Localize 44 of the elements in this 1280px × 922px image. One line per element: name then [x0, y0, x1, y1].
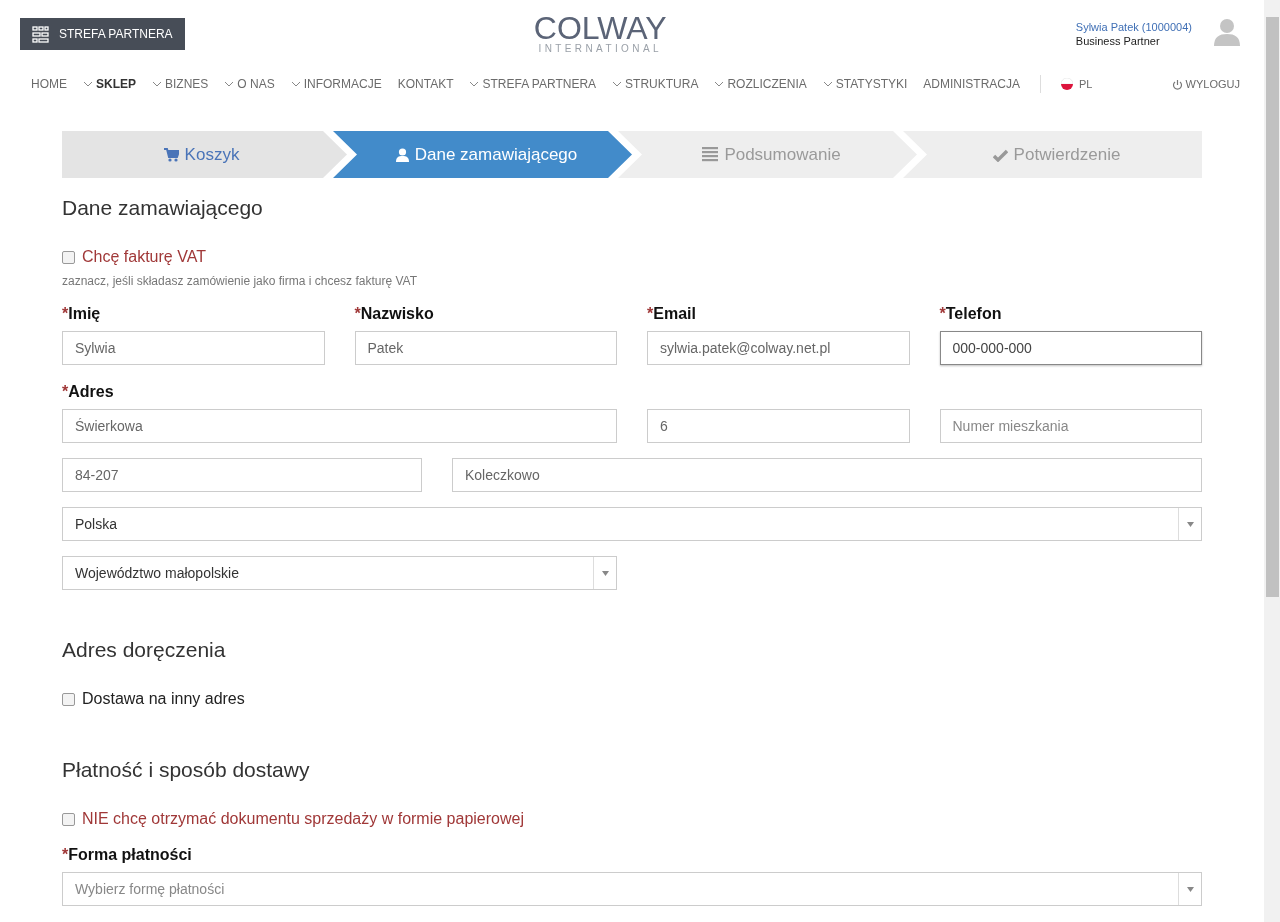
checkbox-option[interactable]: Dostawa na inny adres: [62, 690, 1202, 708]
nav-menu-item[interactable]: SKLEP: [83, 77, 136, 91]
input-field[interactable]: 84-207: [62, 458, 422, 492]
section-heading: Adres doręczenia: [62, 637, 227, 663]
input-field[interactable]: Koleczkowo: [452, 458, 1202, 492]
input-field[interactable]: Numer mieszkania: [939, 409, 1202, 443]
dropdown-select[interactable]: Województwo małopolskie: [62, 556, 617, 590]
checkbox-option[interactable]: Chcę fakturę VAT: [62, 248, 1202, 266]
logout-link[interactable]: WYLOGUJ: [1171, 78, 1240, 90]
field-label: *Email: [647, 304, 697, 324]
nav-menu-item[interactable]: INFORMACJE: [290, 77, 382, 91]
section-heading: Płatność i sposób dostawy: [62, 757, 311, 783]
nav-menu-item[interactable]: STRUKTURA: [612, 77, 699, 91]
input-field[interactable]: sylwia.patek@colway.net.pl: [647, 331, 910, 365]
hint-text: zaznacz, jeśli składasz zamówienie jako firma i chcesz fakturę VAT: [62, 274, 419, 288]
nav-menu-item[interactable]: STREFA PARTNERA: [469, 77, 597, 91]
dropdown-select[interactable]: Polska: [62, 507, 1202, 541]
logo[interactable]: COLWAY INTERNATIONAL: [184, 13, 1016, 55]
partner-zone-button[interactable]: STREFA PARTNERA: [20, 18, 185, 50]
field-label: *Forma płatności: [62, 845, 193, 865]
field-label: *Imię: [62, 304, 102, 324]
nav-menu-item[interactable]: HOME: [31, 77, 67, 91]
nav-menu-item[interactable]: ROZLICZENIA: [714, 77, 807, 91]
input-field[interactable]: Sylwia: [62, 331, 325, 365]
section-heading: Dane zamawiającego: [62, 195, 264, 221]
nav-menu-item[interactable]: BIZNES: [152, 77, 209, 91]
checkout-step[interactable]: Koszyk: [62, 131, 347, 178]
dropdown-select[interactable]: Wybierz formę płatności: [62, 872, 1202, 906]
field-label: *Adres: [62, 382, 115, 402]
input-field[interactable]: 000-000-000: [939, 331, 1202, 365]
nav-menu-item[interactable]: ADMINISTRACJA: [923, 77, 1021, 91]
nav-menu-item[interactable]: KONTAKT: [397, 77, 454, 91]
field-label: *Telefon: [939, 304, 1003, 324]
input-field[interactable]: Patek: [354, 331, 617, 365]
nav-menu-item[interactable]: O NAS: [224, 77, 275, 91]
checkbox-option[interactable]: NIE chcę otrzymać dokumentu sprzedaży w formie papierowej: [62, 810, 1202, 828]
nav-menu-item[interactable]: STATYSTYKI: [822, 77, 908, 91]
user-role: Business Partner: [1075, 35, 1161, 47]
language-link[interactable]: PL: [1061, 78, 1093, 90]
input-field[interactable]: Świerkowa: [62, 409, 617, 443]
checkout-step[interactable]: Dane zamawiającego: [333, 131, 632, 178]
field-label: *Nazwisko: [354, 304, 435, 324]
input-field[interactable]: 6: [647, 409, 910, 443]
user-name-link[interactable]: Sylwia Patek (1000004): [1075, 21, 1192, 33]
